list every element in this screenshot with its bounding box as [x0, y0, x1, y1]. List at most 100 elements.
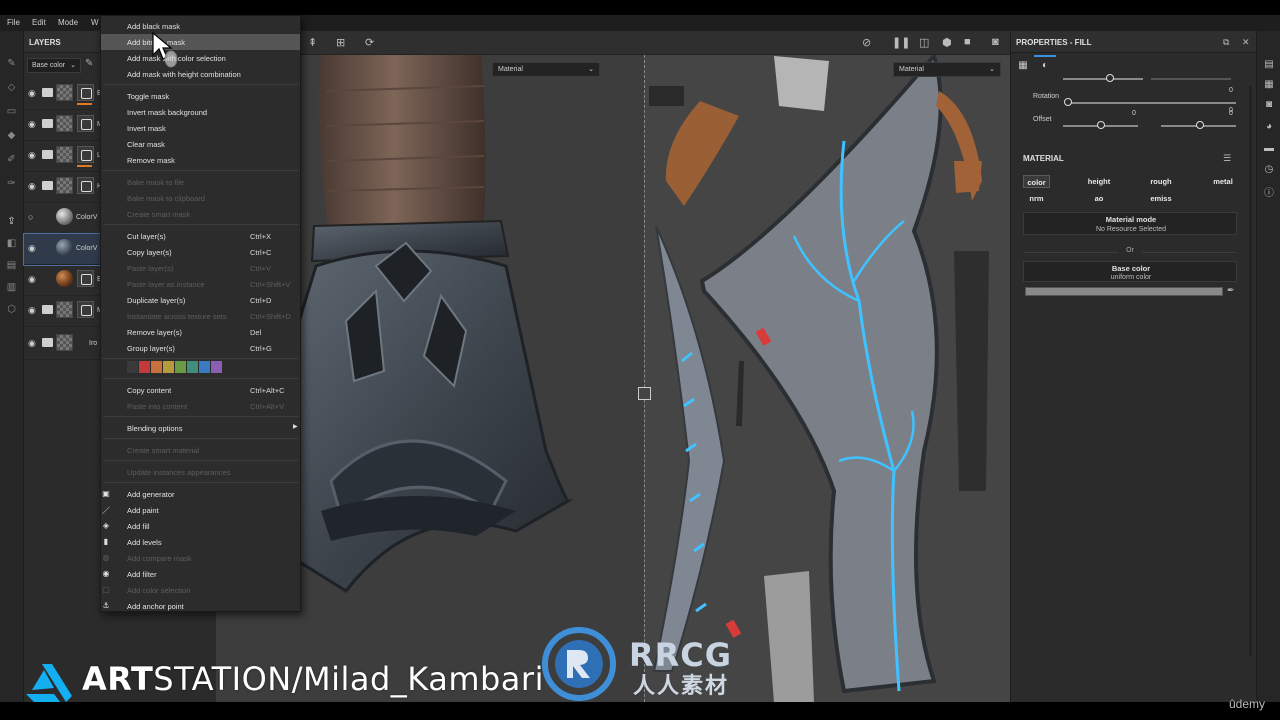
menu-item-add-anchor-point[interactable]: ⚓ Add anchor point — [101, 598, 300, 614]
channel-metal-button[interactable]: metal — [1208, 175, 1238, 188]
menu-edit[interactable]: Edit — [32, 18, 46, 27]
viewport-3d-channel-select[interactable]: Material ⌄ — [492, 62, 600, 77]
menu-item-cut-layers[interactable]: Cut layer(s) Ctrl+X — [101, 228, 300, 244]
material-mode-box[interactable]: Material mode No Resource Selected — [1023, 212, 1237, 235]
color-tag-swatches[interactable] — [127, 361, 223, 373]
projection-icon[interactable]: ▭ — [5, 105, 18, 118]
eye-icon[interactable]: ◉ — [28, 150, 39, 161]
polygon-fill-icon[interactable]: ◆ — [5, 129, 18, 142]
menu-item-blending-options[interactable]: Blending options ▶ — [101, 420, 300, 436]
viewport-2d-uv[interactable] — [644, 31, 1010, 702]
material-options-icon[interactable]: ☰ — [1223, 153, 1231, 164]
rotation-slider-knob[interactable] — [1064, 98, 1072, 106]
color-swatch[interactable] — [199, 361, 210, 373]
smudge-icon[interactable]: ✐ — [5, 153, 18, 166]
menu-item-copy-content[interactable]: Copy content Ctrl+Alt+C — [101, 382, 300, 398]
menu-item-invert-mask[interactable]: Invert mask — [101, 120, 300, 136]
menu-item-add-bitmap-mask[interactable]: Add bitmap mask — [101, 34, 300, 50]
shelf-icon[interactable]: ⬡ — [5, 303, 18, 316]
rotation-slider-track[interactable] — [1066, 102, 1236, 104]
cube-icon[interactable]: ⬢ — [942, 36, 952, 49]
eye-off-icon[interactable]: ○ — [28, 212, 39, 223]
screenshot-icon[interactable]: ◙ — [992, 36, 999, 48]
menu-item-remove-layers[interactable]: Remove layer(s) Del — [101, 324, 300, 340]
view-mode-icon[interactable]: ◫ — [919, 36, 929, 49]
top-slider-knob[interactable] — [1106, 74, 1114, 82]
menu-item-remove-mask[interactable]: Remove mask — [101, 152, 300, 168]
shader-settings-icon[interactable]: ▬ — [1263, 143, 1275, 155]
channel-dropdown[interactable]: Base color ⌄ — [27, 58, 81, 73]
offset-y-slider-knob[interactable] — [1196, 121, 1204, 129]
menu-item-add-filter[interactable]: ◉ Add filter — [101, 566, 300, 582]
fill-settings-tab-icon[interactable]: ▦ — [1016, 60, 1030, 74]
eye-icon[interactable]: ◉ — [28, 305, 39, 316]
display-settings-icon[interactable]: ◙ — [1263, 99, 1275, 111]
menu-item-add-mask-height-combination[interactable]: Add mask with height combination — [101, 66, 300, 82]
log-panel-icon[interactable]: ⓘ — [1263, 184, 1275, 199]
menu-item-add-black-mask[interactable]: Add black mask — [101, 18, 300, 34]
frame-icon[interactable]: ⊞ — [336, 36, 345, 49]
close-icon[interactable]: ✕ — [1242, 37, 1250, 48]
hide-icon[interactable]: ⊘ — [862, 36, 871, 49]
pause-icon[interactable]: ❚❚ — [892, 36, 910, 49]
mask-thumbnail[interactable] — [77, 84, 94, 101]
menu-item-invert-mask-background[interactable]: Invert mask background — [101, 104, 300, 120]
channel-emiss-button[interactable]: emiss — [1147, 192, 1175, 205]
viewport-2d-channel-select[interactable]: Material ⌄ — [893, 62, 1001, 77]
color-swatch[interactable] — [175, 361, 186, 373]
color-swatch[interactable] — [211, 361, 222, 373]
eye-icon[interactable]: ◉ — [28, 243, 39, 254]
menu-item-add-generator[interactable]: ▣ Add generator — [101, 486, 300, 502]
mask-thumbnail[interactable] — [77, 301, 94, 318]
top-slider-track[interactable] — [1063, 78, 1143, 80]
base-color-swatch[interactable] — [1025, 287, 1223, 296]
color-swatch[interactable] — [187, 361, 198, 373]
eraser-icon[interactable]: ◇ — [5, 81, 18, 94]
color-swatch[interactable] — [163, 361, 174, 373]
symmetry-icon[interactable]: ⇞ — [308, 36, 317, 49]
mask-thumbnail[interactable] — [77, 115, 94, 132]
menu-mode[interactable]: Mode — [58, 18, 78, 27]
eye-icon[interactable]: ◉ — [28, 119, 39, 130]
camera-icon[interactable]: ■ — [964, 36, 971, 48]
menu-item-add-paint[interactable]: ／ Add paint — [101, 502, 300, 518]
display-icon[interactable]: ▤ — [5, 259, 18, 272]
channel-color-button[interactable]: color — [1023, 175, 1050, 188]
channel-ao-button[interactable]: ao — [1085, 192, 1113, 205]
mask-thumbnail[interactable] — [77, 146, 94, 163]
menu-item-add-levels[interactable]: ▮ Add levels — [101, 534, 300, 550]
paint-brush-icon[interactable]: ✎ — [5, 57, 18, 70]
channel-nrm-button[interactable]: nrm — [1023, 192, 1050, 205]
color-swatch[interactable] — [127, 361, 138, 373]
menu-item-toggle-mask[interactable]: Toggle mask — [101, 88, 300, 104]
menu-window[interactable]: W — [91, 18, 99, 27]
texture-set-list-icon[interactable]: ▦ — [1263, 79, 1275, 91]
material-tab-icon[interactable]: ◐ — [1038, 60, 1052, 74]
eye-icon[interactable]: ◉ — [28, 274, 39, 285]
bake-icon[interactable]: ▥ — [5, 281, 18, 294]
color-swatch[interactable] — [139, 361, 150, 373]
brush-blend-icon[interactable]: ✎ — [85, 58, 93, 69]
layer-tool-icon[interactable]: ⇪ — [5, 215, 18, 228]
eyedropper-icon[interactable]: ✒ — [1227, 285, 1235, 296]
mask-thumbnail[interactable] — [77, 270, 94, 287]
eye-icon[interactable]: ◉ — [28, 181, 39, 192]
eye-icon[interactable]: ◉ — [28, 338, 39, 349]
color-swatch[interactable] — [151, 361, 162, 373]
mask-thumbnail[interactable] — [77, 177, 94, 194]
offset-x-slider-knob[interactable] — [1097, 121, 1105, 129]
menu-item-group-layers[interactable]: Group layer(s) Ctrl+G — [101, 340, 300, 356]
menu-item-copy-layers[interactable]: Copy layer(s) Ctrl+C — [101, 244, 300, 260]
history-panel-icon[interactable]: ◷ — [1263, 164, 1275, 176]
menu-item-duplicate-layers[interactable]: Duplicate layer(s) Ctrl+D — [101, 292, 300, 308]
channel-height-button[interactable]: height — [1083, 175, 1115, 188]
clone-icon[interactable]: ✑ — [5, 177, 18, 190]
menu-item-add-mask-color-selection[interactable]: Add mask with color selection — [101, 50, 300, 66]
shelf-panel-icon[interactable]: ▤ — [1263, 59, 1275, 71]
viewer-settings-icon[interactable]: ◕ — [1263, 121, 1275, 133]
eye-icon[interactable]: ◉ — [28, 88, 39, 99]
history-icon[interactable]: ⟳ — [365, 36, 374, 49]
menu-file[interactable]: File — [7, 18, 20, 27]
top-slider-track-2[interactable] — [1151, 78, 1231, 80]
undock-icon[interactable]: ⧉ — [1223, 37, 1229, 48]
